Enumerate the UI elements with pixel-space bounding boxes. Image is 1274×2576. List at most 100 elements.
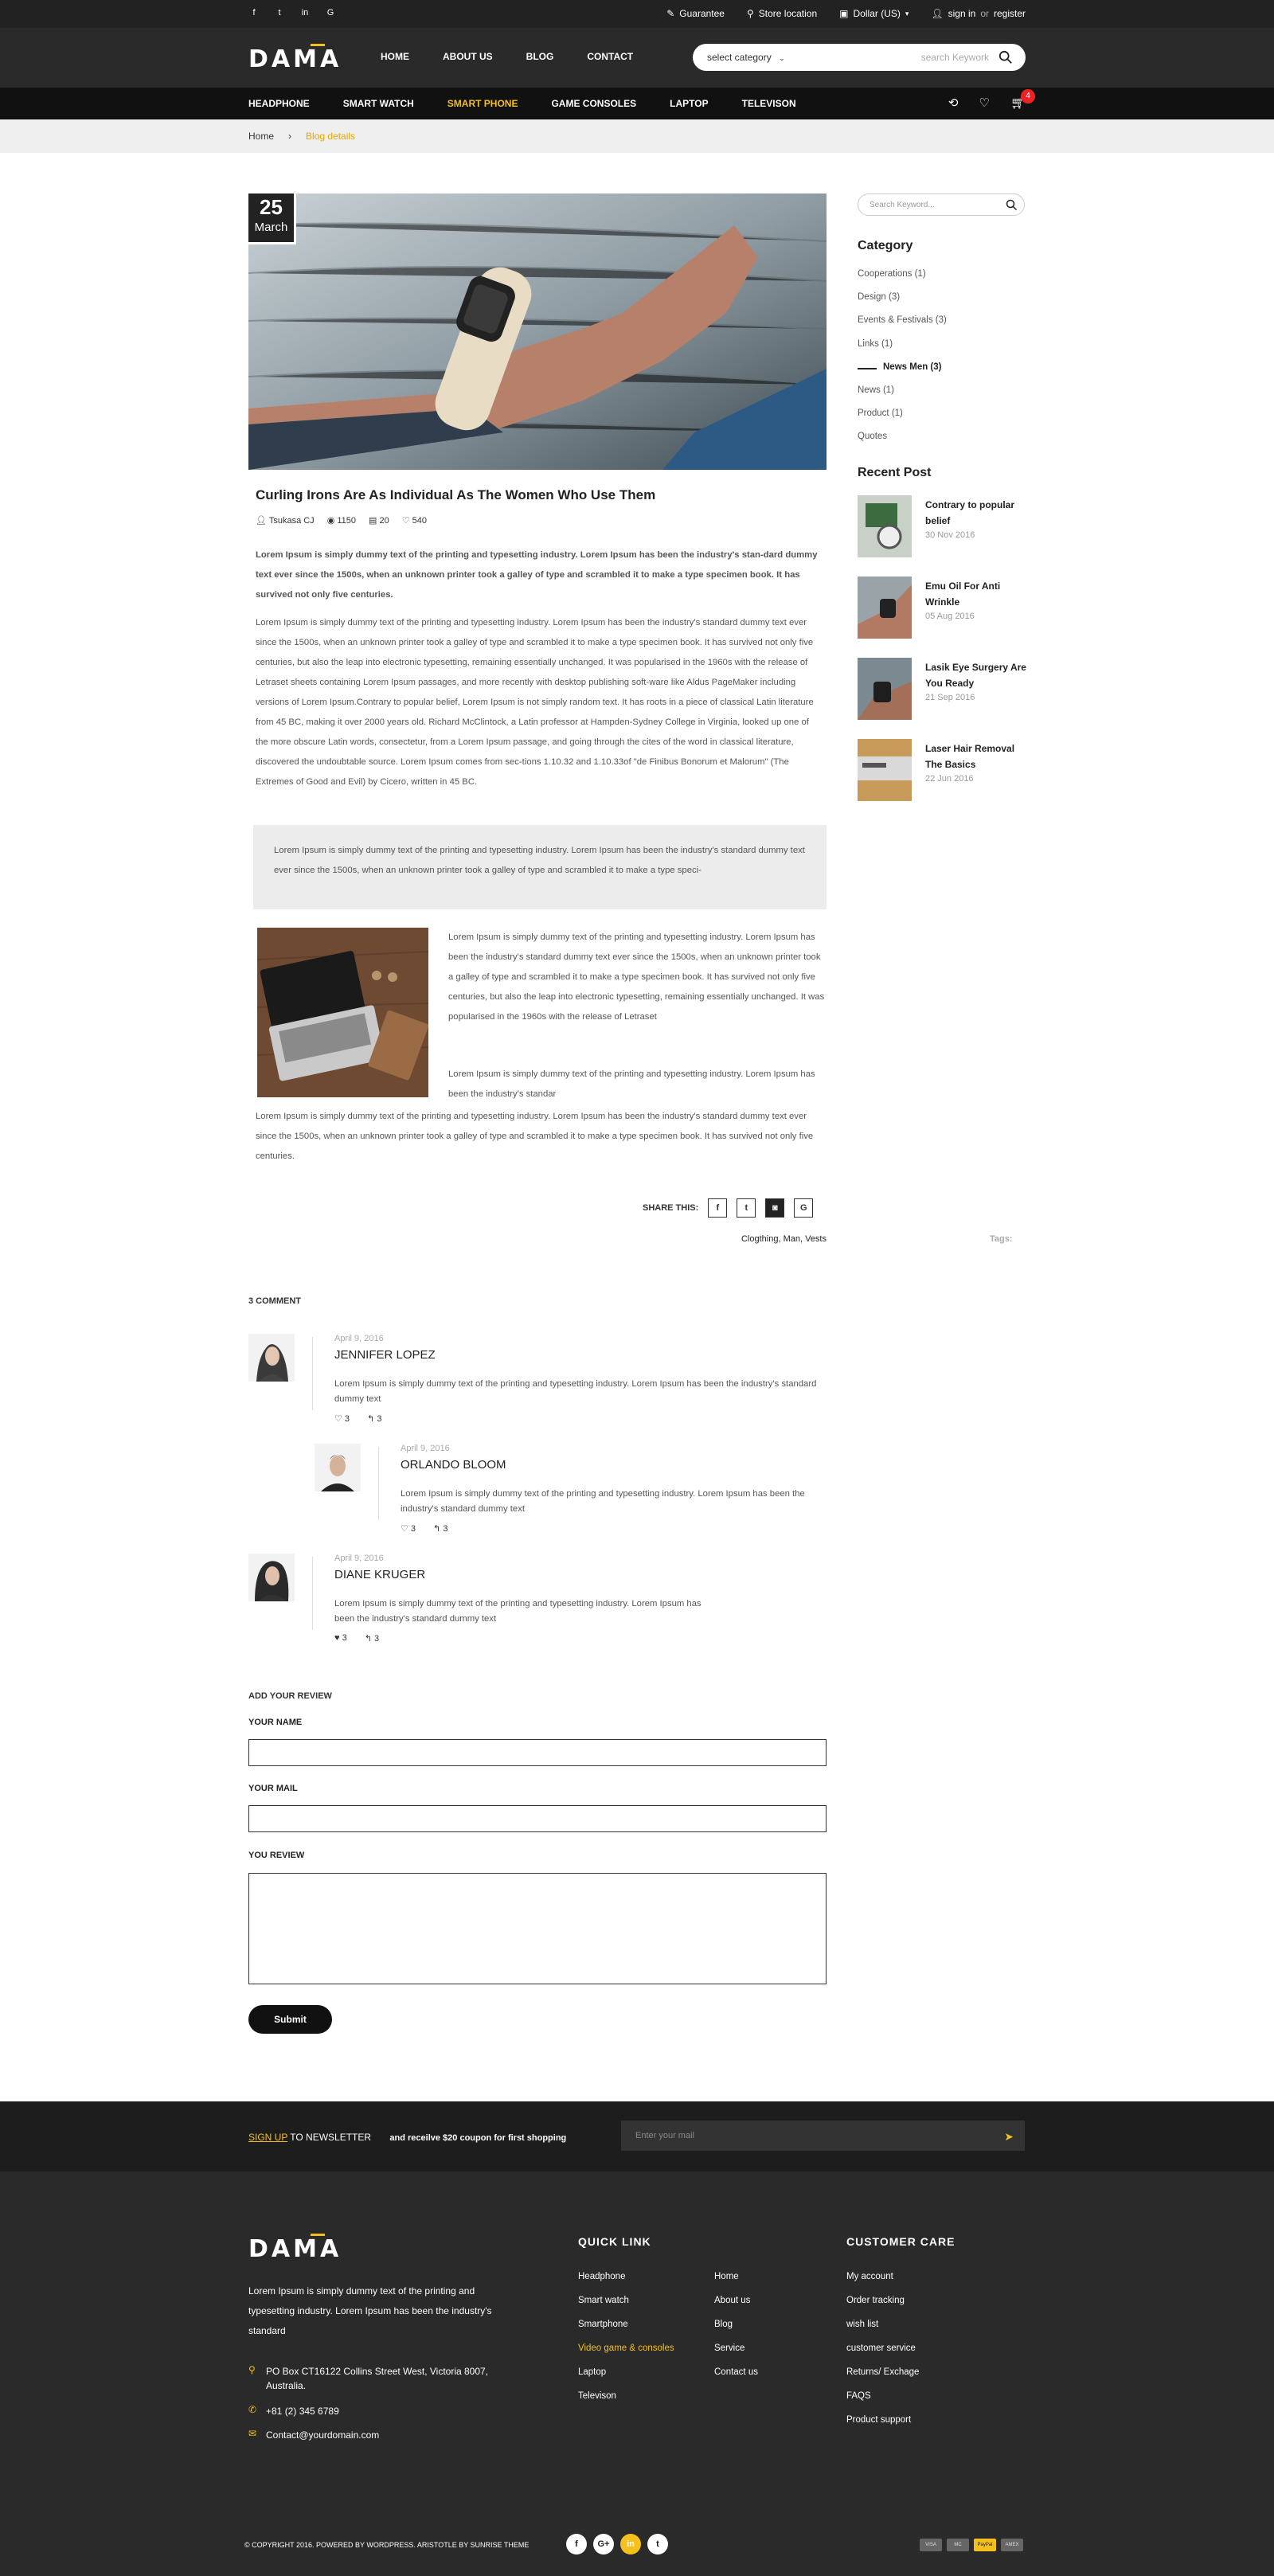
footer-link[interactable]: Product support	[846, 2415, 919, 2439]
recent-post-title-link[interactable]: Emu Oil For Anti Wrinkle	[925, 578, 1029, 610]
newsletter-signup-link[interactable]: SIGN UP	[248, 2132, 287, 2143]
twitter-icon[interactable]: t	[274, 8, 285, 18]
avatar	[248, 1554, 295, 1601]
footer-link[interactable]: customer service	[846, 2343, 919, 2367]
category-item[interactable]: Links (1)	[858, 339, 947, 362]
nav-blog[interactable]: BLOG	[526, 51, 554, 62]
cat-game-consoles[interactable]: GAME CONSOLES	[551, 98, 636, 109]
cart-button[interactable]: 🛒︎ 4	[1010, 89, 1035, 110]
email-field[interactable]	[248, 1805, 827, 1832]
search-icon[interactable]	[998, 50, 1013, 64]
heart-icon[interactable]: ♡	[979, 96, 990, 110]
footer-link[interactable]: Headphone	[578, 2272, 674, 2296]
review-textarea[interactable]	[248, 1873, 827, 1984]
avatar	[315, 1444, 361, 1491]
sidebar-search-input[interactable]: Search Keyword...	[870, 201, 935, 209]
newsletter-email-input[interactable]: Enter your mail ➤	[621, 2121, 1025, 2151]
like-button[interactable]: ♡ 3	[401, 1523, 416, 1534]
share-twitter-icon[interactable]: t	[737, 1198, 756, 1218]
facebook-icon[interactable]: f	[566, 2534, 587, 2555]
search-icon[interactable]	[1006, 199, 1018, 211]
breadcrumb-home[interactable]: Home	[248, 131, 274, 142]
currency-select[interactable]: ▣ Dollar (US) ▾	[839, 8, 909, 19]
footer-link[interactable]: My account	[846, 2272, 919, 2296]
author-meta[interactable]: 👤︎ Tsukasa CJ	[256, 515, 315, 526]
search-input[interactable]: search Keywork	[921, 52, 989, 63]
footer-logo[interactable]: DAMA	[248, 2234, 342, 2263]
guarantee-link[interactable]: ✎ Guarantee	[666, 8, 725, 19]
avatar	[248, 1334, 295, 1382]
footer-link[interactable]: Returns/ Exchage	[846, 2367, 919, 2391]
name-field[interactable]	[248, 1739, 827, 1766]
logo-accent	[311, 44, 325, 46]
site-logo[interactable]: DAMA	[248, 44, 342, 73]
footer-link[interactable]: About us	[714, 2296, 758, 2320]
nav-contact[interactable]: CONTACT	[587, 51, 633, 62]
review-label: YOU REVIEW	[248, 1851, 305, 1860]
category-item-active[interactable]: News Men (3)	[858, 362, 947, 385]
compare-icon[interactable]: ⟲	[948, 96, 959, 110]
recent-post-title-link[interactable]: Contrary to popular belief	[925, 497, 1029, 529]
cat-smart-watch[interactable]: SMART WATCH	[343, 98, 414, 109]
recent-post-title-link[interactable]: Laser Hair Removal The Basics	[925, 741, 1029, 772]
footer-link[interactable]: Contact us	[714, 2367, 758, 2391]
share-facebook-icon[interactable]: f	[708, 1198, 728, 1218]
cat-laptop[interactable]: LAPTOP	[670, 98, 708, 109]
nav-about-us[interactable]: ABOUT US	[443, 51, 493, 62]
send-icon[interactable]: ➤	[1004, 2130, 1014, 2144]
sign-in-link[interactable]: sign in	[948, 8, 976, 19]
user-icon: 👤︎	[931, 8, 944, 19]
footer-link-active[interactable]: Video game & consoles	[578, 2343, 674, 2367]
footer-link[interactable]: Service	[714, 2343, 758, 2367]
submit-button[interactable]: Submit	[248, 2005, 332, 2034]
facebook-icon[interactable]: f	[248, 8, 260, 18]
share-google-icon[interactable]: G	[794, 1198, 814, 1218]
guarantee-label: Guarantee	[679, 8, 725, 19]
footer-link[interactable]: Home	[714, 2272, 758, 2296]
store-location-link[interactable]: ⚲ Store location	[747, 8, 817, 19]
cat-televison[interactable]: TELEVISON	[742, 98, 796, 109]
footer-link[interactable]: Blog	[714, 2320, 758, 2343]
category-item[interactable]: News (1)	[858, 385, 947, 408]
footer-link[interactable]: Laptop	[578, 2367, 674, 2391]
cat-headphone[interactable]: HEADPHONE	[248, 98, 310, 109]
share-instagram-icon[interactable]: ◙	[765, 1198, 785, 1218]
google-icon[interactable]: G	[325, 8, 336, 18]
comment-text: Lorem Ipsum is simply dummy text of the …	[334, 1599, 701, 1624]
likes-meta[interactable]: ♡ 540	[402, 515, 427, 526]
footer-link[interactable]: wish list	[846, 2320, 919, 2343]
category-item[interactable]: Quotes	[858, 432, 947, 455]
category-item[interactable]: Events & Festivals (3)	[858, 315, 947, 338]
reply-button[interactable]: ↰ 3	[433, 1523, 447, 1534]
recent-post-title-link[interactable]: Lasik Eye Surgery Are You Ready	[925, 659, 1029, 691]
nav-home[interactable]: HOME	[381, 51, 409, 62]
recent-post[interactable]: Laser Hair Removal The Basics 22 Jun 201…	[858, 739, 1025, 801]
register-link[interactable]: register	[994, 8, 1026, 19]
category-item[interactable]: Cooperations (1)	[858, 269, 947, 292]
category-item[interactable]: Design (3)	[858, 292, 947, 315]
instagram-icon[interactable]: in	[299, 8, 311, 18]
google-plus-icon[interactable]: G+	[593, 2534, 614, 2555]
like-button[interactable]: ♥ 3	[334, 1633, 347, 1644]
twitter-icon[interactable]: t	[647, 2534, 668, 2555]
like-button[interactable]: ♡ 3	[334, 1413, 350, 1424]
category-select[interactable]: select category ⌄	[707, 52, 785, 63]
views-count: 1150	[337, 516, 357, 526]
footer-email-text[interactable]: Contact@yourdomain.com	[266, 2428, 529, 2442]
cat-smart-phone[interactable]: SMART PHONE	[447, 98, 518, 109]
footer-link[interactable]: Order tracking	[846, 2296, 919, 2320]
category-item[interactable]: Product (1)	[858, 408, 947, 432]
reply-button[interactable]: ↰ 3	[365, 1633, 379, 1644]
reply-button[interactable]: ↰ 3	[367, 1413, 381, 1424]
recent-post[interactable]: Emu Oil For Anti Wrinkle 05 Aug 2016	[858, 577, 1025, 639]
tags-list[interactable]: Clogthing, Man, Vests	[741, 1234, 827, 1244]
recent-post[interactable]: Contrary to popular belief 30 Nov 2016	[858, 495, 1025, 557]
instagram-icon[interactable]: in	[620, 2534, 641, 2555]
recent-post[interactable]: Lasik Eye Surgery Are You Ready 21 Sep 2…	[858, 658, 1026, 720]
footer-link[interactable]: FAQS	[846, 2391, 919, 2415]
footer-link[interactable]: Smartphone	[578, 2320, 674, 2343]
wallet-icon: ▣	[839, 8, 849, 19]
footer-link[interactable]: Televison	[578, 2391, 674, 2415]
footer-link[interactable]: Smart watch	[578, 2296, 674, 2320]
comments-meta[interactable]: ▤ 20	[369, 515, 389, 526]
